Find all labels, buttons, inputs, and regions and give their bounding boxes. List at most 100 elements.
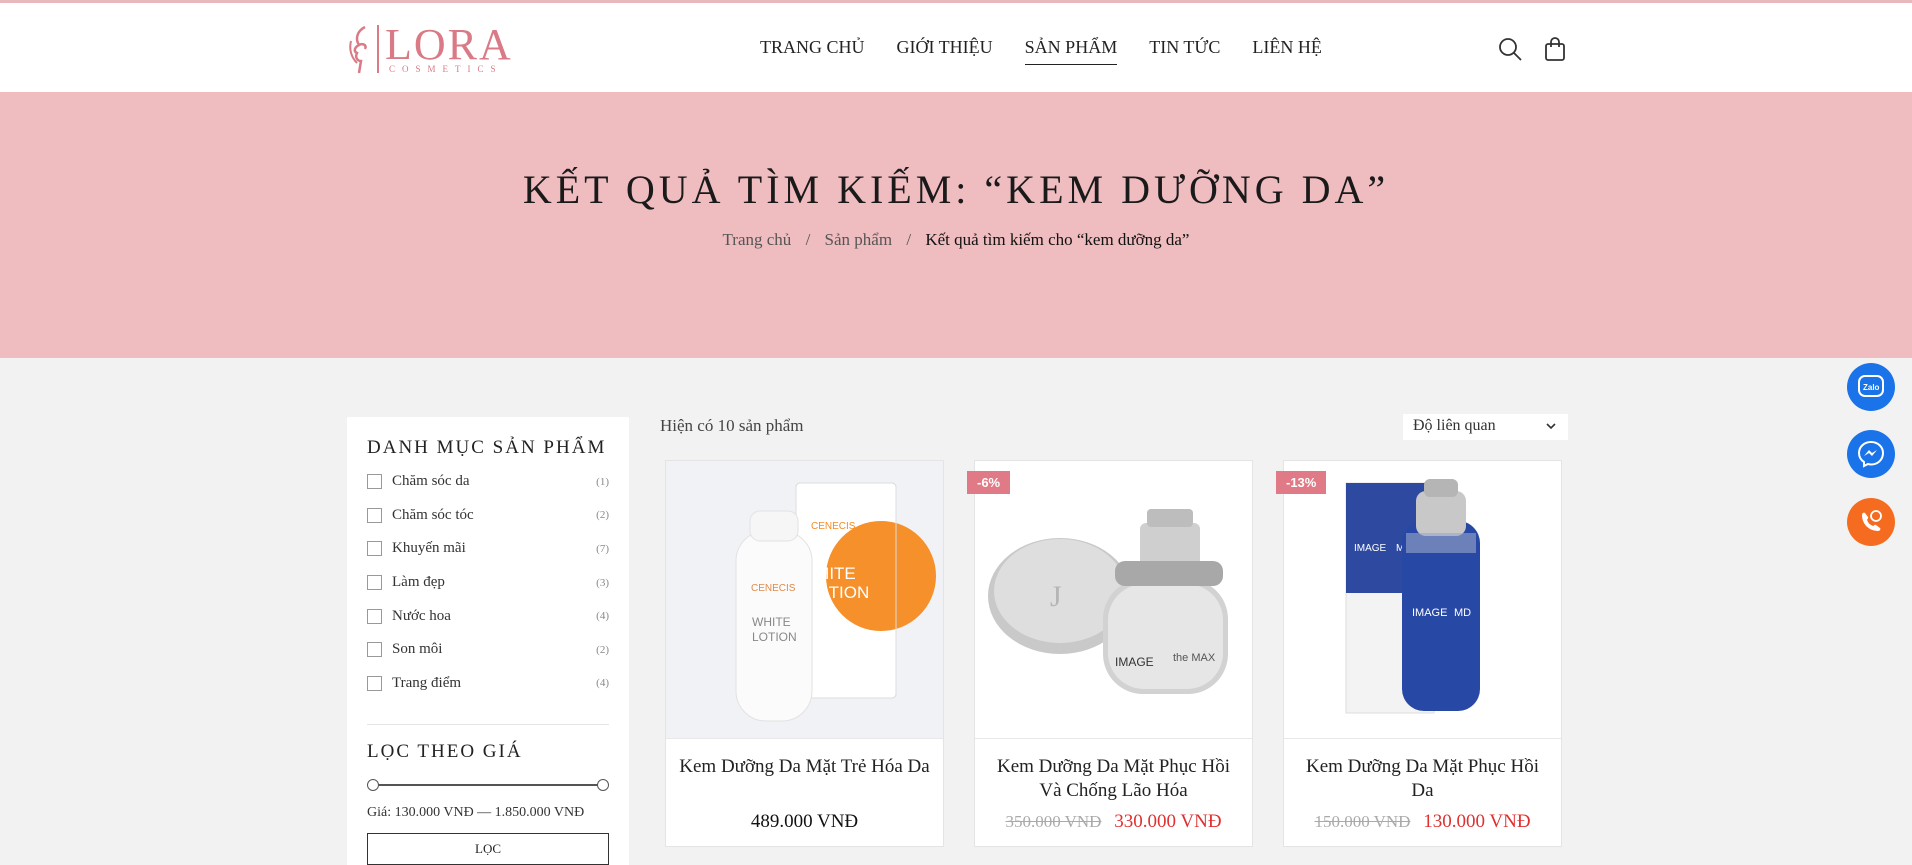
category-list: Chăm sóc da (1) Chăm sóc tóc (2) Khuyến … <box>367 465 609 700</box>
discount-badge: -6% <box>967 471 1011 494</box>
messenger-button[interactable] <box>1847 430 1895 478</box>
search-icon[interactable] <box>1497 36 1523 62</box>
category-item[interactable]: Trang điểm (4) <box>367 667 609 701</box>
product1-brand-text: CENECIS <box>811 521 856 532</box>
breadcrumb-separator: / <box>805 230 811 249</box>
slider-max-handle[interactable] <box>597 779 609 792</box>
card-divider <box>666 738 943 739</box>
category-checkbox[interactable] <box>367 675 382 691</box>
category-count: (2) <box>596 643 609 656</box>
category-item[interactable]: Chăm sóc da (1) <box>367 465 609 499</box>
product3-box-brand: IMAGE <box>1354 543 1387 554</box>
sort-select[interactable]: Độ liên quan <box>1403 414 1568 440</box>
product1-box-line2: LOTION <box>806 583 869 602</box>
breadcrumb-products[interactable]: Sản phẩm <box>825 230 893 249</box>
cart-icon[interactable] <box>1542 36 1568 62</box>
imagemd-serum-image: IMAGE MD IMAGE MD <box>1284 461 1561 738</box>
filter-button[interactable]: LỌC <box>367 833 609 865</box>
product-image[interactable]: J IMAGE the MAX <box>975 461 1252 738</box>
category-count: (4) <box>596 677 609 690</box>
breadcrumb-separator: / <box>906 230 912 249</box>
zalo-button[interactable]: Zalo <box>1847 363 1895 411</box>
sort-selected-value: Độ liên quan <box>1413 417 1496 434</box>
product3-bottle-brand: IMAGE <box>1412 607 1447 619</box>
messenger-icon <box>1857 440 1885 468</box>
zalo-icon: Zalo <box>1858 375 1884 397</box>
zalo-label: Zalo <box>1863 383 1880 392</box>
logo-divider <box>377 25 379 73</box>
nav-item-about[interactable]: GIỚI THIỆU <box>897 37 993 65</box>
brand-tagline: COSMETICS <box>389 64 503 74</box>
brand-logo[interactable]: LORA COSMETICS <box>347 21 527 75</box>
card-divider <box>1284 738 1561 739</box>
category-checkbox[interactable] <box>367 541 382 557</box>
white-lotion-image: CENECIS WHITE LOTION CENECIS WHITE LOTIO… <box>666 461 943 738</box>
category-item[interactable]: Nước hoa (4) <box>367 599 609 633</box>
product2-sub-text: the MAX <box>1173 652 1216 664</box>
category-item[interactable]: Làm đẹp (3) <box>367 566 609 600</box>
breadcrumb-home[interactable]: Trang chủ <box>723 230 792 249</box>
price-sale: 130.000 VNĐ <box>1423 811 1531 832</box>
product-image[interactable]: IMAGE MD IMAGE MD <box>1284 461 1561 738</box>
brand-name: LORA <box>385 20 513 69</box>
product3-bottle-sub: MD <box>1454 607 1471 619</box>
product2-brand-text: IMAGE <box>1115 655 1154 669</box>
discount-badge: -13% <box>1276 471 1327 494</box>
product-price: 489.000 VNĐ <box>666 811 943 833</box>
product-card[interactable]: IMAGE MD IMAGE MD -13% Kem Dưỡng Da Mặt … <box>1276 460 1562 847</box>
category-count: (7) <box>596 542 609 555</box>
category-label: Làm đẹp <box>392 574 445 591</box>
category-item[interactable]: Chăm sóc tóc (2) <box>367 499 609 533</box>
page-banner: KẾT QUẢ TÌM KIẾM: “KEM DƯỠNG DA” Trang c… <box>0 92 1912 358</box>
breadcrumb: Trang chủ / Sản phẩm / Kết quả tìm kiếm … <box>0 230 1912 250</box>
nav-item-products[interactable]: SẢN PHẨM <box>1024 37 1118 65</box>
slider-track <box>371 784 605 787</box>
product-name[interactable]: Kem Dưỡng Da Mặt Phục Hồi Và Chống Lão H… <box>985 755 1242 803</box>
product1-bottle-brand: CENECIS <box>751 583 796 594</box>
category-label: Nước hoa <box>392 607 451 624</box>
product1-bottle-line2: LOTION <box>752 630 797 644</box>
result-count: Hiện có 10 sản phẩm <box>660 416 804 435</box>
price-old: 350.000 VNĐ <box>1005 812 1102 831</box>
category-title: DANH MỤC SẢN PHẨM <box>367 437 607 458</box>
category-checkbox[interactable] <box>367 507 382 523</box>
site-header: LORA COSMETICS TRANG CHỦ GIỚI THIỆU SẢN … <box>0 3 1912 92</box>
chevron-down-icon <box>1546 423 1556 430</box>
category-count: (2) <box>596 509 609 522</box>
category-checkbox[interactable] <box>367 474 382 490</box>
category-checkbox[interactable] <box>367 642 382 658</box>
category-count: (3) <box>596 576 609 589</box>
category-checkbox[interactable] <box>367 608 382 624</box>
face-silhouette-icon <box>349 25 367 74</box>
category-checkbox[interactable] <box>367 575 382 591</box>
nav-item-contact[interactable]: LIÊN HỆ <box>1252 37 1321 65</box>
price-filter-title: LỌC THEO GIÁ <box>367 741 523 763</box>
breadcrumb-current: Kết quả tìm kiếm cho “kem dưỡng da” <box>925 230 1190 249</box>
category-item[interactable]: Son môi (2) <box>367 633 609 667</box>
product-card[interactable]: CENECIS WHITE LOTION CENECIS WHITE LOTIO… <box>665 460 944 847</box>
price-old: 150.000 VNĐ <box>1314 812 1411 831</box>
sidebar-divider <box>367 724 609 726</box>
card-divider <box>975 738 1252 739</box>
category-count: (4) <box>596 610 609 623</box>
the-max-cream-image: J IMAGE the MAX <box>975 461 1252 738</box>
product-image[interactable]: CENECIS WHITE LOTION CENECIS WHITE LOTIO… <box>666 461 943 738</box>
nav-item-home[interactable]: TRANG CHỦ <box>760 37 865 65</box>
product-name[interactable]: Kem Dưỡng Da Mặt Trẻ Hóa Da <box>676 755 933 779</box>
category-count: (1) <box>596 475 609 488</box>
price-range-slider[interactable] <box>367 779 609 792</box>
slider-min-handle[interactable] <box>367 779 379 792</box>
product-card[interactable]: J IMAGE the MAX -6% Kem Dưỡng Da Mặt Phụ… <box>967 460 1253 847</box>
call-button[interactable] <box>1847 498 1895 546</box>
category-item[interactable]: Khuyến mãi (7) <box>367 532 609 566</box>
category-label: Son môi <box>392 641 443 658</box>
price-range-text: Giá: 130.000 VNĐ — 1.850.000 VNĐ <box>367 805 585 821</box>
price-regular: 489.000 VNĐ <box>750 811 859 832</box>
product-name[interactable]: Kem Dưỡng Da Mặt Phục Hồi Da <box>1294 755 1551 803</box>
product-price: 350.000 VNĐ 330.000 VNĐ <box>975 811 1252 833</box>
product1-bottle-line1: WHITE <box>752 615 791 629</box>
product-price: 150.000 VNĐ 130.000 VNĐ <box>1284 811 1561 833</box>
nav-item-news[interactable]: TIN TỨC <box>1149 37 1220 65</box>
category-label: Chăm sóc tóc <box>392 506 474 523</box>
price-sale: 330.000 VNĐ <box>1114 811 1222 832</box>
